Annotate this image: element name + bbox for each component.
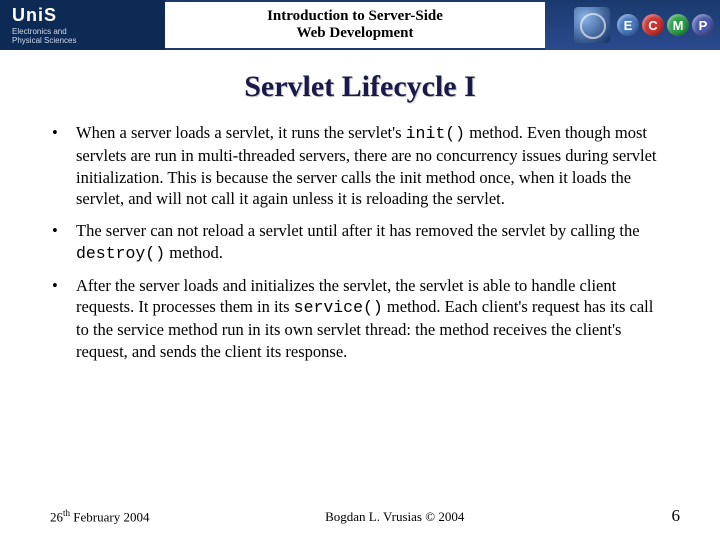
code-span: init() xyxy=(406,124,465,143)
bullet-marker: • xyxy=(52,122,76,210)
bullet-item: • After the server loads and initializes… xyxy=(52,275,668,363)
bullet-text: After the server loads and initializes t… xyxy=(76,275,668,363)
bullet-item: • The server can not reload a servlet un… xyxy=(52,220,668,265)
header-badges: E C M P xyxy=(545,0,720,50)
code-span: destroy() xyxy=(76,244,165,263)
badge-c-icon: C xyxy=(642,14,664,36)
badge-e-icon: E xyxy=(617,14,639,36)
bullet-marker: • xyxy=(52,275,76,363)
slide-header: UniS Electronics and Physical Sciences I… xyxy=(0,0,720,50)
header-title: Introduction to Server-Side Web Developm… xyxy=(165,0,545,50)
dept-name: Electronics and Physical Sciences xyxy=(12,28,165,46)
bullet-text: The server can not reload a servlet unti… xyxy=(76,220,668,265)
footer-page-number: 6 xyxy=(640,506,680,526)
bullet-text: When a server loads a servlet, it runs t… xyxy=(76,122,668,210)
footer-date: 26th February 2004 xyxy=(50,508,149,525)
org-name: UniS xyxy=(12,5,165,26)
slide-footer: 26th February 2004 Bogdan L. Vrusias © 2… xyxy=(0,506,720,526)
code-span: service() xyxy=(294,298,383,317)
slide-body: • When a server loads a servlet, it runs… xyxy=(0,104,720,363)
bullet-item: • When a server loads a servlet, it runs… xyxy=(52,122,668,210)
decorative-graphic xyxy=(574,7,610,43)
bullet-marker: • xyxy=(52,220,76,265)
slide-title: Servlet Lifecycle I xyxy=(0,70,720,104)
badge-p-icon: P xyxy=(692,14,714,36)
badge-m-icon: M xyxy=(667,14,689,36)
footer-author: Bogdan L. Vrusias © 2004 xyxy=(149,509,640,525)
org-block: UniS Electronics and Physical Sciences xyxy=(0,0,165,50)
